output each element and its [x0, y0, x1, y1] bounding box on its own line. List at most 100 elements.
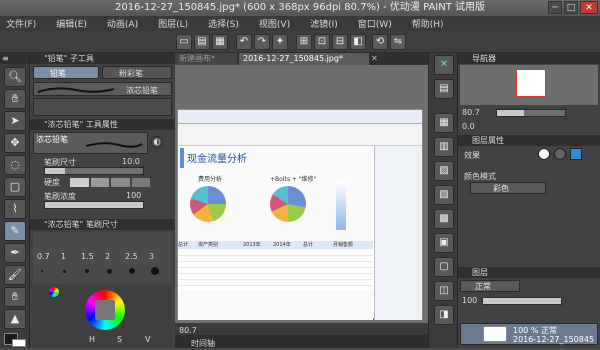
sub-view-icon[interactable]: ▣ — [434, 233, 454, 253]
brush-dot — [151, 267, 159, 275]
select-tool-icon[interactable]: ▢ — [4, 177, 26, 197]
clear-icon[interactable]: ✦ — [272, 34, 288, 50]
material-icon[interactable]: ▦ — [434, 113, 454, 133]
menu-animation[interactable]: 动画(A) — [97, 17, 148, 30]
menu-filter[interactable]: 滤镜(I) — [300, 17, 348, 30]
menu-window[interactable]: 窗口(W) — [348, 17, 402, 30]
chart2-title: +Bolts + "维修" — [270, 176, 317, 183]
blend-tool-icon[interactable]: ✋︎ — [4, 287, 26, 307]
new-icon[interactable]: ▭ — [176, 34, 192, 50]
pie-chart-1 — [190, 186, 226, 222]
color-square[interactable] — [95, 300, 115, 320]
operation-tool-icon[interactable]: ➤ — [4, 111, 26, 131]
close-button[interactable]: ✕ — [580, 1, 598, 14]
menu-help[interactable]: 帮助(H) — [402, 17, 454, 30]
history-icon[interactable]: ▧ — [434, 185, 454, 205]
color-wheel-tab-icon[interactable] — [49, 287, 59, 297]
right-panel: 导航器 80.7 0.0 图层属性 效果 颜色模式 彩色 图层 正常 100 1… — [458, 53, 600, 348]
menu-view[interactable]: 视图(V) — [249, 17, 300, 30]
color-mode-select[interactable]: 彩色 — [470, 182, 546, 194]
density-value[interactable]: 100 — [126, 191, 141, 200]
deselect-icon[interactable]: ⊡ — [314, 34, 330, 50]
layer-opacity-slider[interactable] — [482, 297, 562, 305]
menu-layer[interactable]: 图层(L) — [148, 17, 198, 30]
canvas-area[interactable]: 现金流量分析 费用分析 +Bolts + "维修" 总计 资产类别 2013年 … — [175, 65, 428, 323]
pencil-tool-icon[interactable]: ✎ — [4, 221, 26, 241]
layer-color-icon[interactable] — [570, 148, 582, 160]
brush-size-1[interactable]: 1 — [61, 252, 66, 261]
navigator-frame — [516, 69, 546, 97]
search-icon[interactable]: ▩ — [434, 209, 454, 229]
select-icon[interactable]: ◧ — [350, 34, 366, 50]
maximize-button[interactable]: □ — [564, 1, 578, 14]
tool-settings-icon[interactable]: ◐ — [151, 136, 163, 148]
tool-palette-header: ≡ — [0, 53, 29, 64]
timeline-label[interactable]: 时间轴 — [191, 337, 215, 350]
layer-icon[interactable]: ▥ — [434, 137, 454, 157]
animation-icon[interactable]: ◫ — [434, 281, 454, 301]
item-bank-icon[interactable]: ▢ — [434, 257, 454, 277]
brush-size-3[interactable]: 2 — [105, 252, 110, 261]
preset-name: 浓芯铅笔 — [126, 86, 158, 95]
brush-size-value[interactable]: 10.0 — [122, 157, 140, 166]
color-wheel[interactable] — [85, 290, 125, 330]
lasso-tool-icon[interactable]: ◌ — [4, 155, 26, 175]
hardness-label: 硬度 — [44, 178, 60, 187]
brush-size-0[interactable]: 0.7 — [37, 252, 50, 261]
stroke-preview — [37, 87, 115, 93]
brush-tool-icon[interactable]: 🖌︎ — [4, 265, 26, 285]
rotate-icon[interactable]: ⟲ — [372, 34, 388, 50]
minimize-button[interactable]: ─ — [548, 1, 562, 14]
sub-color-swatch[interactable] — [12, 339, 26, 347]
preset-item[interactable]: 浓芯铅笔 — [33, 82, 172, 96]
brush-size-grid: 0.7 1 1.5 2 2.5 3 — [33, 232, 172, 284]
tab-new-canvas[interactable]: 新建画布* — [175, 53, 237, 65]
brush-size-5[interactable]: 3 — [149, 252, 154, 261]
image-side-panel — [374, 146, 422, 320]
transform-icon[interactable]: ⊞ — [296, 34, 312, 50]
effect-border-icon[interactable] — [538, 148, 550, 160]
timeline-icon[interactable]: ◨ — [434, 305, 454, 325]
hand-tool-icon[interactable]: ✋︎ — [4, 89, 26, 109]
pastel-group-tab[interactable]: 粉彩笔 — [102, 66, 172, 79]
menu-select[interactable]: 选择(S) — [198, 17, 249, 30]
bar-chart — [336, 182, 346, 230]
canvas-icon[interactable]: ▤ — [434, 79, 454, 99]
brush-dot — [85, 269, 89, 273]
blend-mode-select[interactable]: 正常 — [460, 280, 520, 292]
open-icon[interactable]: ▤ — [194, 34, 210, 50]
close-tab-icon[interactable]: ✕ — [371, 54, 378, 63]
menu-file[interactable]: 文件(F) — [0, 17, 46, 30]
hardness-selector[interactable] — [70, 178, 150, 187]
brush-size-slider[interactable] — [44, 167, 144, 175]
navigator-zoom-slider[interactable] — [496, 109, 566, 117]
navigator-title: 导航器 — [458, 53, 600, 64]
move-tool-icon[interactable]: ✥ — [4, 133, 26, 153]
status-bar: 80.7 — [175, 323, 428, 335]
effect-tone-icon[interactable] — [554, 148, 566, 160]
eyedropper-tool-icon[interactable]: ⌇ — [4, 199, 26, 219]
menu-edit[interactable]: 编辑(E) — [46, 17, 97, 30]
density-slider[interactable] — [44, 201, 144, 209]
navigator-angle-value[interactable]: 0.0 — [462, 122, 475, 131]
navigator-zoom-value[interactable]: 80.7 — [462, 108, 480, 117]
navigator-view[interactable] — [460, 65, 598, 105]
brush-size-2[interactable]: 1.5 — [81, 252, 94, 261]
flip-icon[interactable]: ⇋ — [390, 34, 406, 50]
layer-row[interactable]: 100 % 正常 2016-12-27_150845 — [460, 323, 598, 345]
fill-tool-icon[interactable]: ▲ — [4, 309, 26, 329]
pencil-group-tab[interactable]: 铅笔 — [33, 66, 99, 79]
redo-icon[interactable]: ↷ — [254, 34, 270, 50]
layer-opacity-value[interactable]: 100 — [462, 296, 477, 305]
brush-dot — [63, 270, 66, 273]
brush-size-4[interactable]: 2.5 — [125, 252, 138, 261]
invert-icon[interactable]: ⊟ — [332, 34, 348, 50]
pen-tool-icon[interactable]: ✒ — [4, 243, 26, 263]
zoom-tool-icon[interactable]: 🔍︎ — [4, 67, 26, 87]
data-table-header: 总计 资产类别 2013年 2014年 总计 月销售额 — [178, 241, 373, 249]
undo-icon[interactable]: ↶ — [236, 34, 252, 50]
tab-active-document[interactable]: 2016-12-27_150845.jpg* — [239, 53, 369, 65]
save-icon[interactable]: ▦ — [212, 34, 228, 50]
close-panel-icon[interactable]: ✕ — [434, 55, 454, 75]
properties-icon[interactable]: ▨ — [434, 161, 454, 181]
